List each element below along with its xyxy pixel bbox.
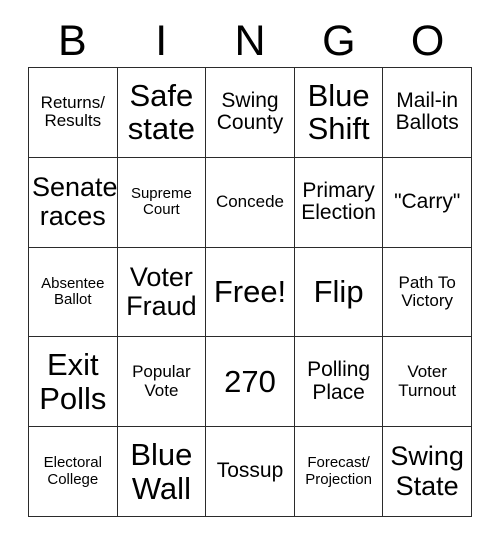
- header-letter-o: O: [410, 16, 445, 65]
- bingo-cell[interactable]: Blue Wall: [117, 427, 207, 517]
- bingo-cell-label: Forecast/ Projection: [305, 454, 372, 488]
- bingo-cell[interactable]: Primary Election: [294, 157, 384, 248]
- bingo-cell-label: Voter Turnout: [398, 362, 457, 400]
- bingo-cell[interactable]: Popular Vote: [117, 337, 207, 428]
- bingo-cell-label: Voter Fraud: [126, 261, 197, 321]
- bingo-cell-label: 270: [224, 364, 276, 400]
- bingo-cell[interactable]: Tossup: [206, 427, 295, 517]
- bingo-cell-label: "Carry": [394, 189, 461, 213]
- bingo-cell-label: Swing County: [216, 88, 284, 135]
- bingo-cell[interactable]: Supreme Court: [117, 157, 207, 248]
- bingo-cell[interactable]: "Carry": [383, 157, 472, 248]
- bingo-cell-label: Returns/ Results: [40, 93, 105, 131]
- bingo-cell-label: Free!: [213, 274, 287, 310]
- bingo-cell[interactable]: Forecast/ Projection: [294, 427, 384, 517]
- bingo-cell-label: Mail-in Ballots: [395, 88, 459, 135]
- bingo-cell-label: Path To Victory: [398, 272, 456, 310]
- bingo-cell[interactable]: Blue Shift: [294, 68, 384, 158]
- bingo-cell[interactable]: Exit Polls: [29, 337, 118, 428]
- bingo-cell[interactable]: Free!: [206, 247, 295, 338]
- bingo-cell-label: Blue Shift: [307, 77, 370, 147]
- bingo-cell[interactable]: Safe state: [117, 68, 207, 158]
- bingo-cell-label: Senate races: [32, 172, 118, 232]
- bingo-cell-label: Popular Vote: [132, 362, 191, 400]
- bingo-cell-label: Flip: [313, 274, 364, 310]
- bingo-cell[interactable]: Voter Turnout: [383, 337, 472, 428]
- header-letter-g: G: [322, 16, 356, 65]
- bingo-cell-label: Tossup: [216, 459, 284, 483]
- bingo-cell[interactable]: Polling Place: [294, 337, 384, 428]
- bingo-cell-label: Safe state: [127, 77, 195, 147]
- header-letter-b: B: [58, 16, 87, 65]
- bingo-cell-label: Concede: [215, 192, 285, 212]
- bingo-cell[interactable]: Path To Victory: [383, 247, 472, 338]
- header-letter-i: I: [155, 16, 168, 65]
- bingo-cell[interactable]: Absentee Ballot: [29, 247, 118, 338]
- header-letter-n: N: [234, 16, 266, 65]
- bingo-cell-label: Blue Wall: [130, 437, 193, 506]
- bingo-cell[interactable]: Swing State: [383, 427, 472, 517]
- bingo-cell[interactable]: Swing County: [206, 68, 295, 158]
- bingo-cell[interactable]: 270: [206, 337, 295, 428]
- bingo-cell-label: Exit Polls: [39, 347, 107, 416]
- bingo-cell-label: Primary Election: [301, 178, 376, 225]
- bingo-cell[interactable]: Senate races: [29, 157, 118, 248]
- bingo-cell[interactable]: Mail-in Ballots: [383, 68, 472, 158]
- bingo-cell-label: Electoral College: [43, 454, 102, 488]
- bingo-cell[interactable]: Voter Fraud: [117, 247, 207, 338]
- bingo-cell-label: Polling Place: [307, 358, 371, 404]
- bingo-cell[interactable]: Electoral College: [29, 427, 118, 517]
- bingo-cell[interactable]: Concede: [206, 157, 295, 248]
- bingo-header: B I N G O: [28, 16, 472, 66]
- bingo-grid: Returns/ Results Safe state Swing County Bl…: [28, 67, 472, 517]
- bingo-cell-label: Swing State: [390, 441, 464, 501]
- bingo-cell[interactable]: Flip: [294, 247, 384, 338]
- bingo-cell[interactable]: Returns/ Results: [29, 68, 118, 158]
- bingo-cell-label: Absentee Ballot: [41, 274, 105, 308]
- bingo-card: B I N G O Returns/ Results Safe state Swin…: [0, 0, 500, 544]
- bingo-cell-label: Supreme Court: [130, 185, 192, 219]
